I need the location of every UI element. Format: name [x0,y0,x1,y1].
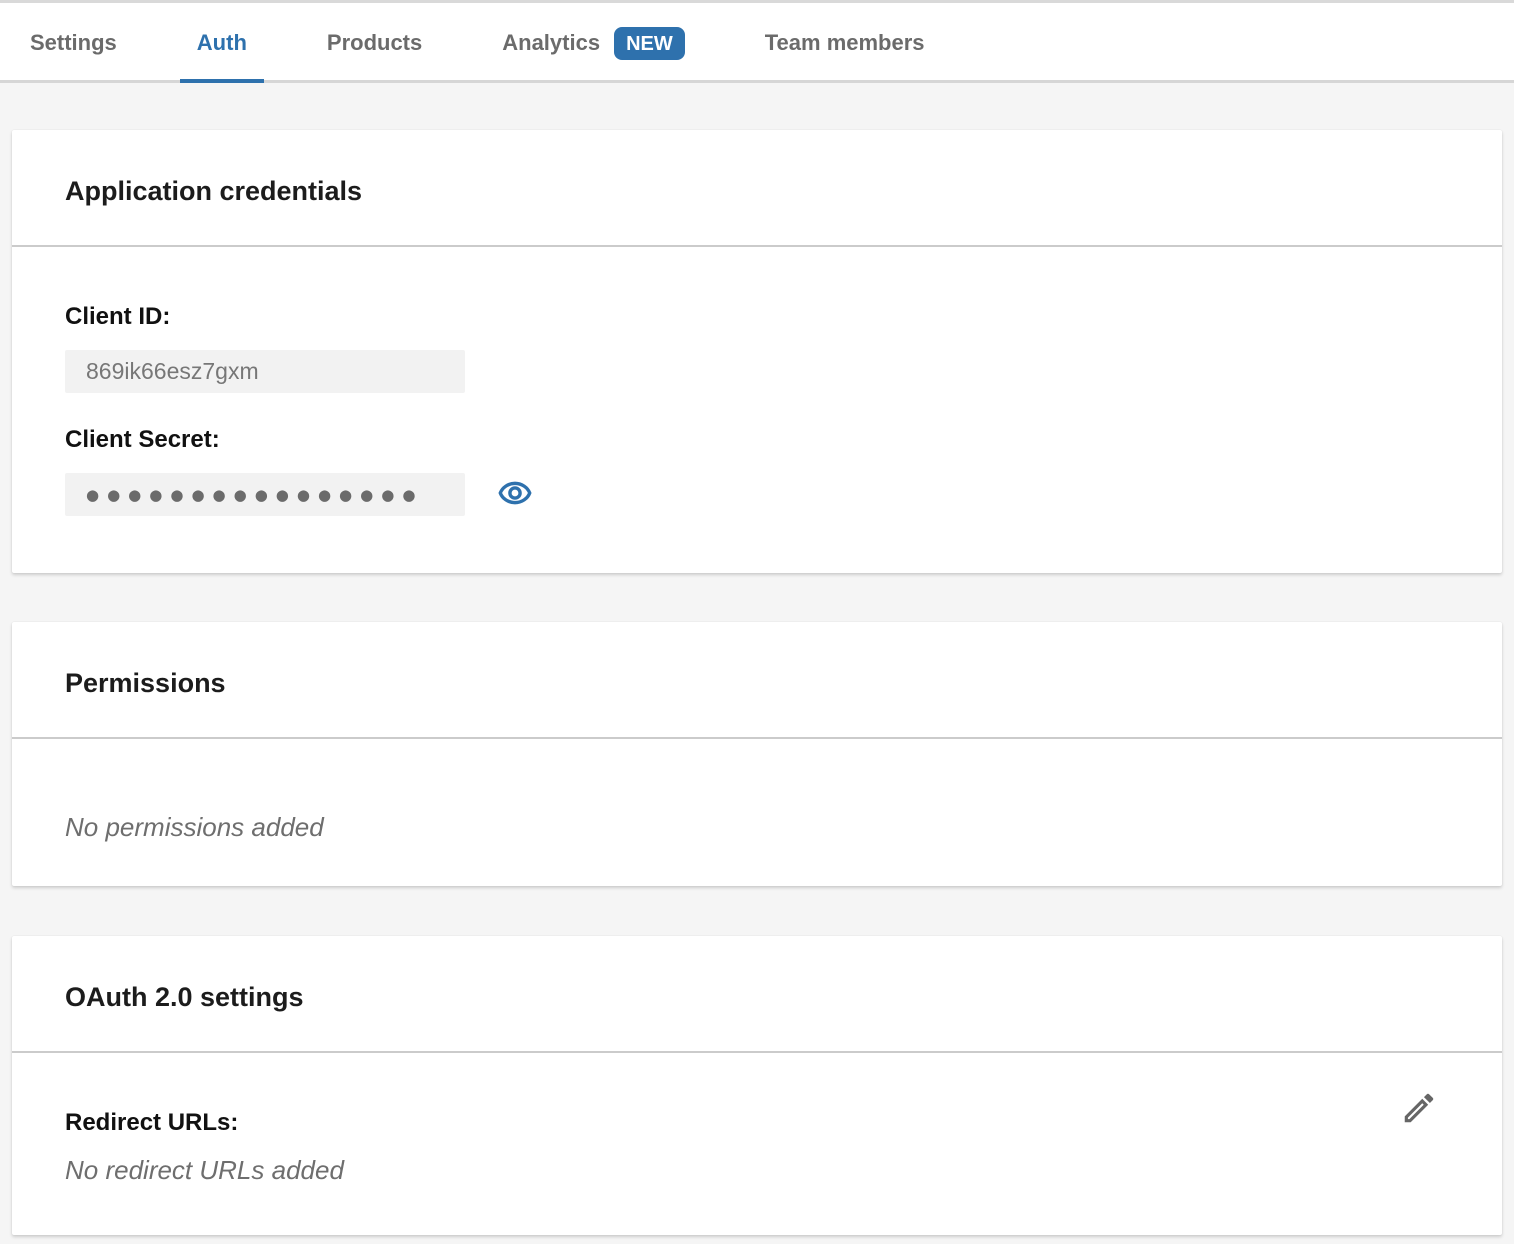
client-secret-field[interactable]: ●●●●●●●●●●●●●●●● [65,473,465,516]
no-redirect-urls-text: No redirect URLs added [65,1155,1449,1185]
oauth-settings-body: Redirect URLs: No redirect URLs added [12,1053,1502,1235]
tab-team-members-label: Team members [765,30,925,56]
permissions-header: Permissions [12,622,1502,737]
application-credentials-body: Client ID: 869ik66esz7gxm Client Secret:… [12,247,1502,573]
auth-tab-content: Application credentials Client ID: 869ik… [0,130,1514,1235]
eye-icon [498,476,532,513]
application-credentials-title: Application credentials [65,176,1449,206]
client-secret-label: Client Secret: [65,426,1449,454]
tab-auth-label: Auth [197,30,247,56]
pencil-icon [1400,1089,1438,1130]
client-id-value: 869ik66esz7gxm [86,358,259,385]
permissions-body: No permissions added [12,739,1502,886]
reveal-secret-button[interactable] [498,478,532,512]
permissions-card: Permissions No permissions added [12,622,1502,886]
tab-settings[interactable]: Settings [13,3,134,83]
client-secret-row: ●●●●●●●●●●●●●●●● [65,473,1449,516]
tab-products-label: Products [327,30,422,56]
tab-team-members[interactable]: Team members [748,3,942,83]
tab-analytics[interactable]: Analytics NEW [485,3,702,83]
client-id-field[interactable]: 869ik66esz7gxm [65,350,465,393]
oauth-settings-card: OAuth 2.0 settings Redirect URLs: No red… [12,936,1502,1235]
client-secret-masked-value: ●●●●●●●●●●●●●●●● [86,486,423,503]
edit-redirect-urls-button[interactable] [1399,1089,1439,1129]
tab-settings-label: Settings [30,30,117,56]
permissions-title: Permissions [65,668,1449,698]
tab-analytics-label: Analytics [502,30,600,56]
new-badge: NEW [614,27,685,60]
no-permissions-text: No permissions added [65,812,1449,842]
application-credentials-card: Application credentials Client ID: 869ik… [12,130,1502,573]
tab-auth[interactable]: Auth [180,3,264,83]
application-credentials-header: Application credentials [12,130,1502,245]
redirect-urls-label: Redirect URLs: [65,1109,1449,1137]
tab-bar: Settings Auth Products Analytics NEW Tea… [0,0,1514,83]
oauth-settings-title: OAuth 2.0 settings [65,982,1449,1012]
client-id-label: Client ID: [65,303,1449,331]
tab-products[interactable]: Products [310,3,439,83]
oauth-settings-header: OAuth 2.0 settings [12,936,1502,1051]
